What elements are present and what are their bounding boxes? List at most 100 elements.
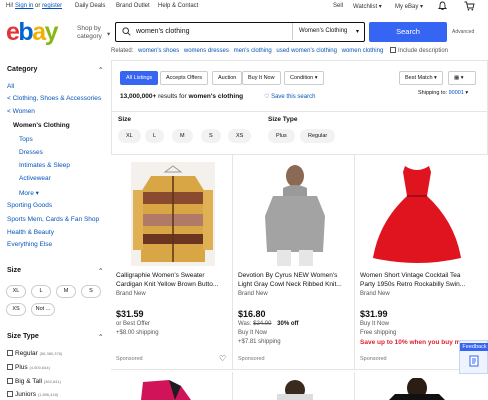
chevron-down-icon: ▾	[355, 29, 359, 35]
product-price: $31.59	[116, 309, 144, 319]
search-input[interactable]: women's clothing	[136, 28, 189, 35]
sponsored-label: Sponsored	[238, 356, 265, 362]
product-grid: Calligraphie Women's Sweater Cardigan Kn…	[111, 154, 488, 400]
tab-accepts-offers[interactable]: Accepts Offers	[160, 71, 208, 85]
tab-auction[interactable]: Auction	[212, 71, 243, 85]
product-was-price: Was: $24.00 30% off	[238, 321, 299, 327]
promo-text: Save up to 10% when you buy more	[360, 339, 471, 346]
chevron-up-icon[interactable]: ⌃	[98, 333, 103, 341]
category-clothing-shoes[interactable]: < Clothing, Shoes & Accessories	[7, 95, 101, 102]
filter-chip-s[interactable]: S	[201, 129, 221, 143]
bell-icon[interactable]	[437, 1, 448, 13]
category-women[interactable]: < Women	[7, 108, 35, 115]
size-type-plus[interactable]: Plus (4,500,644)	[7, 364, 50, 371]
more-subcategories-link[interactable]: More ▾	[19, 189, 39, 197]
filter-size-type-label: Size Type	[268, 116, 298, 123]
related-link[interactable]: men's clothing	[234, 48, 272, 54]
sell-link[interactable]: Sell	[333, 3, 343, 9]
include-description-checkbox[interactable]: Include description	[389, 47, 448, 54]
save-search-link[interactable]: ♡ Save this search	[264, 93, 315, 100]
feedback-button[interactable]: Feedback	[459, 340, 488, 374]
search-button[interactable]: Search	[369, 22, 447, 42]
filter-chip-xl[interactable]: XL	[118, 129, 141, 143]
heart-icon[interactable]: ♡	[219, 354, 226, 363]
category-sporting-goods[interactable]: Sporting Goods	[7, 202, 52, 209]
chevron-up-icon[interactable]: ⌃	[98, 267, 103, 275]
shipping-to[interactable]: Shipping to: 90001 ▾	[418, 90, 468, 96]
help-contact-link[interactable]: Help & Contact	[158, 3, 198, 9]
filter-chip-m[interactable]: M	[172, 129, 193, 143]
sidebar: Category ⌃ All < Clothing, Shoes & Acces…	[0, 60, 112, 400]
size-type-big-tall[interactable]: Big & Tall (362,841)	[7, 378, 61, 385]
size-chip-s[interactable]: S	[81, 285, 101, 298]
related-link[interactable]: womens dresses	[184, 48, 229, 54]
tab-buy-it-now[interactable]: Buy It Now	[242, 71, 281, 85]
filter-chip-l[interactable]: L	[145, 129, 165, 143]
product-title[interactable]: Devotion By Cyrus NEW Women's Light Gray…	[238, 272, 352, 289]
category-heading: Category	[7, 66, 38, 73]
category-all[interactable]: All	[7, 83, 14, 90]
product-image-red-dress[interactable]	[369, 162, 465, 266]
shop-by-category-button[interactable]: Shop by category ▾	[77, 25, 113, 41]
related-link[interactable]: women's shoes	[138, 48, 179, 54]
cart-icon[interactable]	[464, 1, 475, 13]
category-select[interactable]: Women's Clothing ▾	[292, 23, 364, 40]
category-womens-clothing: Women's Clothing	[13, 122, 70, 129]
greeting: Hi! Sign in or register	[6, 3, 63, 9]
register-link[interactable]: register	[42, 3, 62, 9]
product-condition: Brand New	[116, 291, 146, 297]
size-type-juniors[interactable]: Juniors (1,896,418)	[7, 391, 58, 398]
filter-chip-regular[interactable]: Regular	[300, 129, 336, 143]
subcategory-tops[interactable]: Tops	[19, 136, 33, 143]
product-card[interactable]	[233, 372, 355, 400]
tab-all-listings[interactable]: All Listings	[120, 71, 159, 85]
feedback-icon	[469, 355, 480, 369]
product-image[interactable]	[253, 378, 337, 400]
related-link[interactable]: women clothing	[342, 48, 384, 54]
results-toolbar: All Listings Accepts Offers Auction Buy …	[111, 60, 488, 112]
subcategory-activewear[interactable]: Activewear	[19, 175, 51, 182]
product-card[interactable]	[355, 372, 477, 400]
size-type-heading: Size Type	[7, 333, 39, 340]
sign-in-link[interactable]: Sign in	[15, 3, 33, 9]
size-chip-m[interactable]: M	[56, 285, 76, 298]
advanced-search-link[interactable]: Advanced	[452, 29, 474, 35]
category-sports-mem[interactable]: Sports Mem, Cards & Fan Shop	[7, 216, 99, 223]
product-image[interactable]	[129, 378, 217, 400]
product-shipping: Free shipping	[360, 330, 397, 336]
size-type-regular[interactable]: Regular (56,380,376)	[7, 350, 62, 357]
product-image-cardigan[interactable]	[131, 162, 215, 266]
filter-chip-plus[interactable]: Plus	[268, 129, 295, 143]
ebay-logo[interactable]: ebay	[6, 20, 59, 45]
subcategory-intimates[interactable]: Intimates & Sleep	[19, 162, 70, 169]
subcategory-dresses[interactable]: Dresses	[19, 149, 43, 156]
feedback-label: Feedback	[460, 343, 488, 351]
condition-dropdown[interactable]: Condition ▾	[284, 71, 324, 85]
product-title[interactable]: Women Short Vintage Cocktail Tea Party 1…	[360, 272, 474, 289]
category-everything-else[interactable]: Everything Else	[7, 241, 52, 248]
product-best-offer: or Best Offer	[116, 321, 150, 327]
product-title[interactable]: Calligraphie Women's Sweater Cardigan Kn…	[116, 272, 230, 289]
grid-view-icon[interactable]: ▦ ▾	[448, 71, 476, 85]
related-link[interactable]: used women's clothing	[276, 48, 337, 54]
watchlist-link[interactable]: Watchlist ▾	[353, 3, 382, 10]
sort-dropdown[interactable]: Best Match ▾	[399, 71, 443, 85]
brand-outlet-link[interactable]: Brand Outlet	[116, 3, 150, 9]
size-chip-xl[interactable]: XL	[6, 285, 26, 298]
product-image[interactable]	[375, 377, 459, 400]
product-card[interactable]: Women Short Vintage Cocktail Tea Party 1…	[355, 154, 477, 370]
product-card[interactable]: Calligraphie Women's Sweater Cardigan Kn…	[111, 154, 233, 370]
product-card[interactable]: Devotion By Cyrus NEW Women's Light Gray…	[233, 154, 355, 370]
size-chip-l[interactable]: L	[31, 285, 51, 298]
my-ebay-link[interactable]: My eBay ▾	[395, 3, 423, 10]
chevron-up-icon[interactable]: ⌃	[98, 66, 103, 74]
size-chip-not[interactable]: Not ...	[31, 303, 55, 316]
category-health-beauty[interactable]: Health & Beauty	[7, 229, 54, 236]
daily-deals-link[interactable]: Daily Deals	[75, 3, 105, 9]
size-chip-xs[interactable]: XS	[6, 303, 26, 316]
quick-filters: Size XL L M S XS Size Type Plus Regular	[111, 111, 488, 155]
filter-chip-xs[interactable]: XS	[228, 129, 252, 143]
product-card[interactable]	[111, 372, 233, 400]
top-bar: Hi! Sign in or register Daily Deals Bran…	[0, 0, 488, 14]
product-image-gray-sweater[interactable]	[255, 162, 335, 266]
